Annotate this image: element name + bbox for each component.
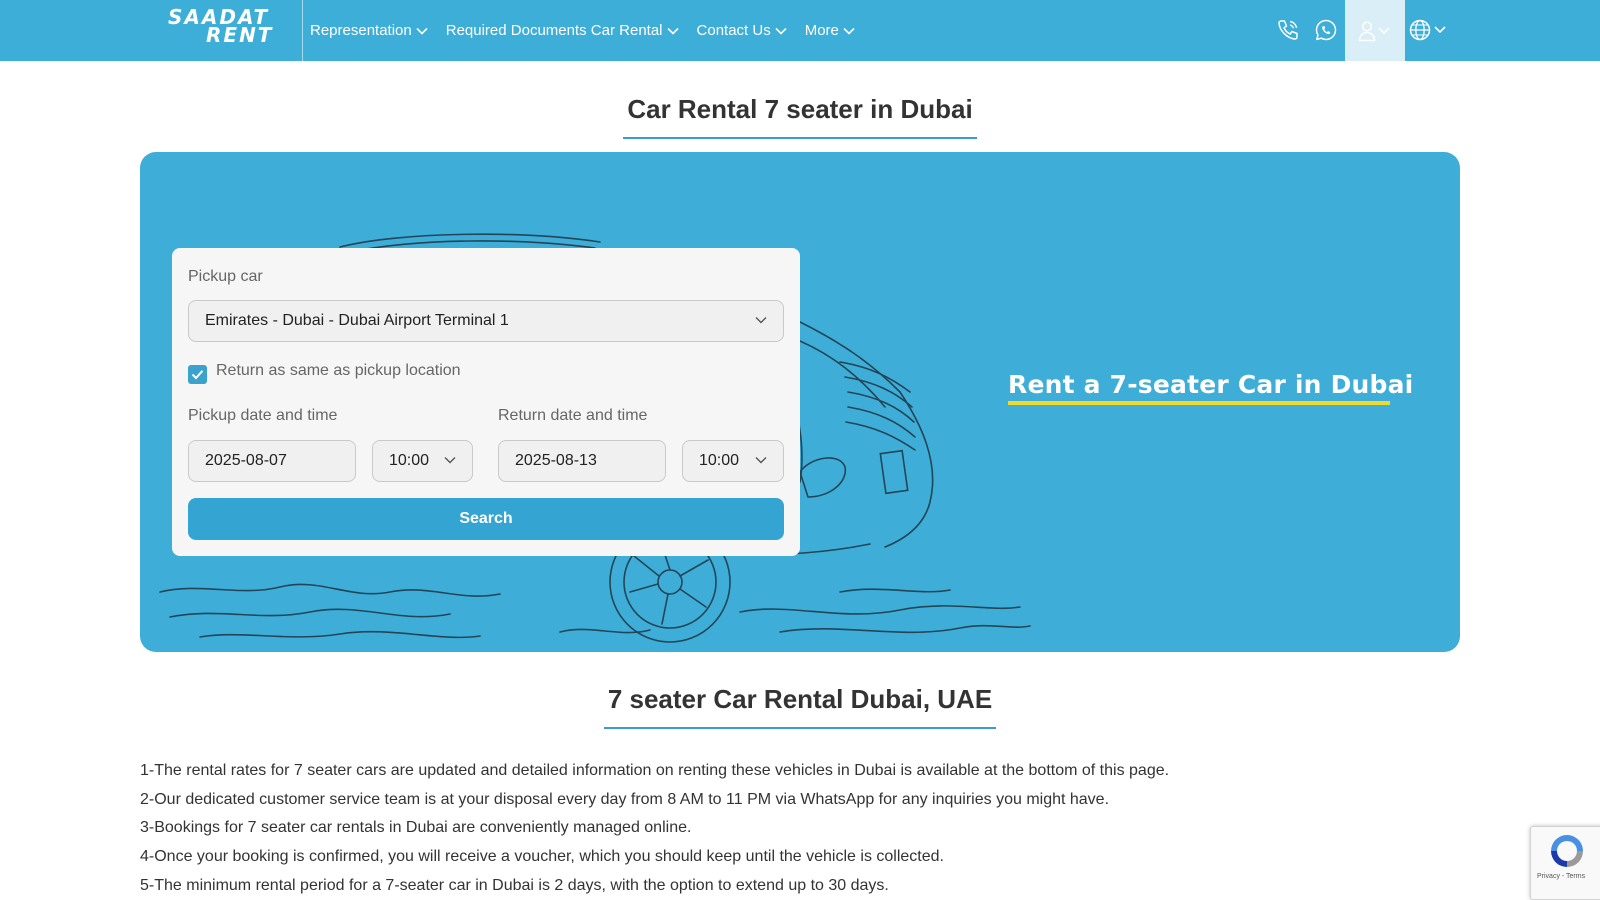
user-icon [1358, 20, 1390, 41]
chevron-down-icon [755, 317, 767, 324]
pickup-time-select[interactable]: 10:00 [372, 440, 473, 482]
user-account-menu[interactable] [1345, 0, 1405, 61]
section-title-wrap: 7 seater Car Rental Dubai, UAE [0, 684, 1600, 729]
logo-divider [302, 0, 303, 61]
chevron-down-icon [755, 457, 767, 464]
return-date-input[interactable]: 2025-08-13 [498, 440, 666, 482]
list-item: 3-Bookings for 7 seater car rentals in D… [140, 819, 692, 837]
pickup-location-select[interactable]: Emirates - Dubai - Dubai Airport Termina… [188, 300, 784, 342]
whatsapp-icon[interactable] [1313, 17, 1339, 43]
pickup-label: Pickup car [188, 268, 263, 285]
nav-item-representation[interactable]: Representation [310, 22, 428, 39]
pickup-datetime-label: Pickup date and time [188, 407, 338, 424]
list-item: 4-Once your booking is confirmed, you wi… [140, 848, 944, 866]
chevron-down-icon [416, 27, 428, 35]
info-list: 1-The rental rates for 7 seater cars are… [140, 757, 1440, 900]
page-title: Car Rental 7 seater in Dubai [623, 94, 977, 139]
return-same-label: Return as same as pickup location [216, 362, 461, 379]
saadat-rent-logo[interactable]: SAADAT RENT [168, 7, 286, 52]
main-nav: Representation Required Documents Car Re… [310, 0, 873, 60]
chevron-down-icon [775, 27, 787, 35]
phone-icon[interactable] [1275, 17, 1301, 43]
check-icon [191, 370, 204, 380]
hero-tagline-underline [1008, 401, 1390, 405]
nav-item-more[interactable]: More [805, 22, 855, 39]
list-item: 1-The rental rates for 7 seater cars are… [140, 762, 1170, 779]
list-item: 5-The minimum rental period for a 7-seat… [140, 876, 889, 894]
recaptcha-icon [1551, 835, 1583, 867]
chevron-down-icon [666, 27, 679, 35]
top-navbar: SAADAT RENT Representation Required Docu… [0, 0, 1600, 61]
page-title-wrap: Car Rental 7 seater in Dubai [0, 94, 1600, 139]
search-button[interactable]: Search [188, 498, 784, 540]
section-title: 7 seater Car Rental Dubai, UAE [603, 684, 997, 729]
nav-item-required-documents[interactable]: Required Documents Car Rental [446, 22, 679, 39]
recaptcha-badge[interactable]: Privacy - Terms [1530, 826, 1600, 900]
return-time-select[interactable]: 10:00 [682, 440, 784, 482]
chevron-down-icon [444, 457, 456, 464]
nav-item-contact-us[interactable]: Contact Us [697, 22, 787, 39]
globe-icon[interactable] [1409, 17, 1449, 43]
recaptcha-links[interactable]: Privacy - Terms [1537, 873, 1585, 880]
list-item: 2-Our dedicated customer service team is… [140, 790, 1110, 808]
pickup-date-input[interactable]: 2025-08-07 [188, 440, 356, 482]
hero-tagline: Rent a 7-seater Car in Dubai [1008, 370, 1414, 399]
return-datetime-label: Return date and time [498, 407, 648, 424]
chevron-down-icon [843, 27, 855, 35]
return-same-checkbox[interactable] [188, 365, 207, 384]
